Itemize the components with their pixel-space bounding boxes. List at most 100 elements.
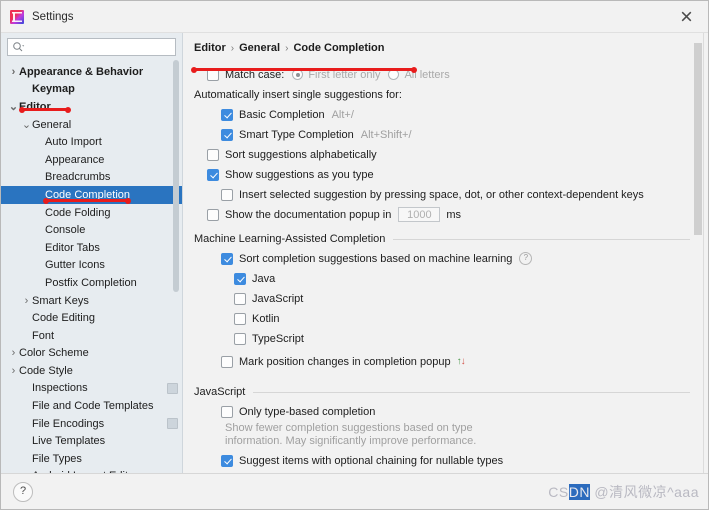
section-divider <box>253 391 690 393</box>
sidebar-item-appearance-behavior[interactable]: › Appearance & Behavior <box>1 63 182 81</box>
sidebar-item-live-templates[interactable]: Live Templates <box>1 432 182 450</box>
lang-javascript-checkbox[interactable] <box>234 292 246 305</box>
optional-chaining-checkbox[interactable] <box>221 454 233 467</box>
basic-completion-checkbox[interactable] <box>221 108 233 121</box>
smart-type-completion-row: Smart Type Completion Alt+Shift+/ <box>194 125 690 144</box>
sidebar-item-keymap[interactable]: Keymap <box>1 81 182 99</box>
sidebar-item-color-scheme[interactable]: › Color Scheme <box>1 345 182 363</box>
js-section-title: JavaScript <box>194 386 246 398</box>
lang-kotlin-checkbox[interactable] <box>234 312 246 325</box>
sidebar-item-auto-import[interactable]: Auto Import <box>1 133 182 151</box>
doc-popup-checkbox[interactable] <box>207 208 219 221</box>
sidebar-item-breadcrumbs[interactable]: Breadcrumbs <box>1 169 182 187</box>
sidebar-item-file-types[interactable]: File Types <box>1 450 182 468</box>
show-as-you-type-checkbox[interactable] <box>207 168 219 181</box>
sidebar-item-postfix-completion[interactable]: Postfix Completion <box>1 274 182 292</box>
sidebar-item-label: Font <box>32 329 55 342</box>
doc-popup-delay-input[interactable]: 1000 <box>398 207 441 222</box>
annotation-code-completion-underline <box>43 197 131 204</box>
search-box[interactable] <box>7 38 176 56</box>
help-button[interactable]: ? <box>13 481 33 502</box>
ml-section-title: Machine Learning-Assisted Completion <box>194 233 386 245</box>
search-input[interactable] <box>25 39 171 55</box>
watermark-highlight: DN <box>568 484 590 500</box>
smart-type-completion-label: Smart Type Completion <box>239 128 354 141</box>
breadcrumb-separator-icon: › <box>285 42 289 54</box>
sidebar-item-editor[interactable]: ⌄ Editor <box>1 98 182 116</box>
sidebar-item-label: Code Editing <box>32 312 95 325</box>
lang-java-checkbox[interactable] <box>234 272 246 285</box>
lang-kotlin-label: Kotlin <box>252 312 280 325</box>
settings-window: Settings › Appearance & Behavior Keymap … <box>0 0 709 510</box>
content-scrollbar-thumb[interactable] <box>694 43 702 235</box>
settings-tree[interactable]: › Appearance & Behavior Keymap ⌄ Editor ⌄ Gene… <box>1 61 182 473</box>
basic-completion-row: Basic Completion Alt+/ <box>194 105 690 124</box>
help-icon[interactable]: ? <box>519 252 533 265</box>
sidebar-item-label: Code Folding <box>45 206 111 219</box>
breadcrumb-item-editor[interactable]: Editor <box>194 42 226 54</box>
sidebar-item-inspections[interactable]: Inspections <box>1 380 182 398</box>
optional-chaining-row: Suggest items with optional chaining for… <box>194 451 690 470</box>
smart-type-completion-checkbox[interactable] <box>221 128 233 141</box>
sidebar-item-appearance[interactable]: Appearance <box>1 151 182 169</box>
sidebar-item-gutter-icons[interactable]: Gutter Icons <box>1 257 182 275</box>
chevron-down-icon[interactable]: ⌄ <box>21 118 32 131</box>
breadcrumb-item-code-completion: Code Completion <box>293 42 385 54</box>
lang-typescript-label: TypeScript <box>252 332 304 345</box>
breadcrumb-item-general[interactable]: General <box>239 42 280 54</box>
mark-position-row: Mark position changes in completion popu… <box>194 352 690 371</box>
content-scrollbar-track[interactable] <box>703 33 704 473</box>
sidebar-item-code-editing[interactable]: Code Editing <box>1 309 182 327</box>
ml-section-header: Machine Learning-Assisted Completion <box>194 233 690 245</box>
auto-insert-header-row: Automatically insert single suggestions … <box>194 85 690 104</box>
intellij-settings-icon <box>10 9 24 24</box>
sidebar-item-general[interactable]: ⌄ General <box>1 116 182 134</box>
sort-ml-checkbox[interactable] <box>221 252 233 265</box>
optional-chaining-label: Suggest items with optional chaining for… <box>239 454 504 467</box>
title-bar: Settings <box>1 1 708 33</box>
window-title: Settings <box>32 10 74 23</box>
lang-javascript-row: JavaScript <box>194 289 690 308</box>
sidebar-item-file-and-code-templates[interactable]: File and Code Templates <box>1 397 182 415</box>
sidebar-item-label: Code Style <box>19 364 73 377</box>
sort-ml-label: Sort completion suggestions based on mac… <box>239 252 513 265</box>
chevron-right-icon[interactable]: › <box>8 365 19 377</box>
watermark-post: @清风微凉^aaa <box>589 484 699 500</box>
sidebar-item-code-folding[interactable]: Code Folding <box>1 204 182 222</box>
lang-typescript-checkbox[interactable] <box>234 332 246 345</box>
settings-content: Editor › General › Code Completion Match… <box>183 33 708 473</box>
only-type-based-checkbox[interactable] <box>221 405 233 418</box>
chevron-right-icon[interactable]: › <box>8 347 19 359</box>
mark-position-checkbox[interactable] <box>221 355 233 368</box>
chevron-down-icon[interactable]: ⌄ <box>8 100 19 113</box>
sidebar-item-editor-tabs[interactable]: Editor Tabs <box>1 239 182 257</box>
sidebar-item-label: File Types <box>32 452 82 465</box>
settings-sidebar: › Appearance & Behavior Keymap ⌄ Editor ⌄ Gene… <box>1 33 183 473</box>
sidebar-item-label: File Encodings <box>32 417 105 430</box>
sidebar-item-code-style[interactable]: › Code Style <box>1 362 182 380</box>
chevron-right-icon[interactable]: › <box>8 66 19 78</box>
sidebar-item-smart-keys[interactable]: › Smart Keys <box>1 292 182 310</box>
sidebar-item-label: Editor <box>19 100 51 113</box>
sidebar-item-label: Editor Tabs <box>45 241 100 254</box>
sidebar-item-font[interactable]: Font <box>1 327 182 345</box>
auto-insert-label: Automatically insert single suggestions … <box>194 88 402 101</box>
lang-typescript-row: TypeScript <box>194 329 690 348</box>
chevron-right-icon[interactable]: › <box>21 295 32 307</box>
close-icon <box>681 11 691 21</box>
footer-bar: ? CSDN @清风微凉^aaa <box>1 473 708 509</box>
sidebar-item-label: Breadcrumbs <box>45 171 111 184</box>
insert-selected-checkbox[interactable] <box>221 188 233 201</box>
insert-selected-row: Insert selected suggestion by pressing s… <box>194 185 690 204</box>
only-type-based-row: Only type-based completion <box>194 402 690 421</box>
sidebar-item-label: Auto Import <box>45 136 102 149</box>
search-icon <box>12 41 25 54</box>
sidebar-scrollbar-thumb[interactable] <box>173 60 179 292</box>
sidebar-item-console[interactable]: Console <box>1 221 182 239</box>
sort-alphabetically-checkbox[interactable] <box>207 148 219 161</box>
lang-java-row: Java <box>194 269 690 288</box>
insert-selected-label: Insert selected suggestion by pressing s… <box>239 188 644 201</box>
close-button[interactable] <box>664 1 708 31</box>
sort-alphabetically-row: Sort suggestions alphabetically <box>194 145 690 164</box>
sidebar-item-file-encodings[interactable]: File Encodings <box>1 415 182 433</box>
